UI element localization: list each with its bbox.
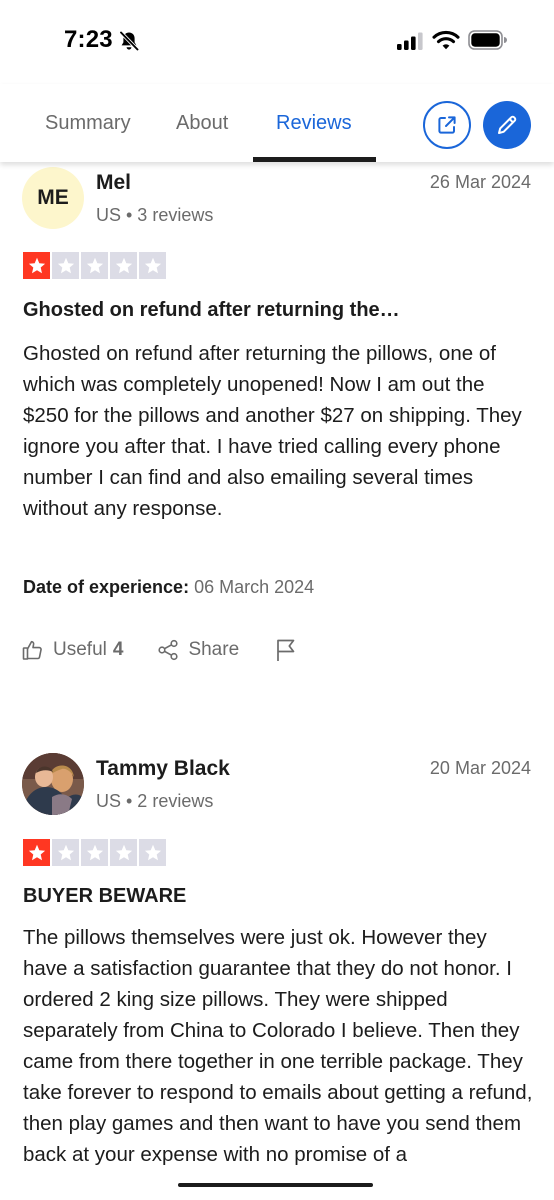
- star-icon-empty: [110, 839, 137, 866]
- status-time: 7:23: [64, 26, 113, 53]
- pencil-icon: [498, 115, 517, 134]
- star-icon-empty: [52, 839, 79, 866]
- wifi-icon: [432, 30, 460, 50]
- star-icon-empty: [81, 252, 108, 279]
- share-review-button[interactable]: Share: [157, 639, 239, 661]
- star-icon-empty: [52, 252, 79, 279]
- reviewer-name[interactable]: Mel: [96, 171, 131, 195]
- report-button[interactable]: [275, 638, 297, 662]
- write-review-button[interactable]: [483, 101, 531, 149]
- review-title[interactable]: BUYER BEWARE: [23, 885, 186, 908]
- external-link-icon: [438, 116, 456, 134]
- experience-label: Date of experience:: [23, 577, 190, 597]
- battery-icon: [468, 30, 507, 50]
- useful-button[interactable]: Useful 4: [22, 639, 123, 661]
- reviewer-meta: US • 2 reviews: [96, 791, 214, 811]
- cellular-signal-icon: [397, 32, 423, 50]
- tab-about[interactable]: About: [176, 112, 228, 135]
- bell-slash-icon: [119, 31, 139, 51]
- review-title[interactable]: Ghosted on refund after returning the…: [23, 299, 400, 322]
- strike-mark: [178, 1183, 373, 1187]
- reviewer-name[interactable]: Tammy Black: [96, 757, 230, 781]
- star-icon-filled: [23, 839, 50, 866]
- share-icon: [158, 639, 179, 661]
- star-icon-empty: [139, 839, 166, 866]
- useful-label: Useful: [53, 639, 107, 660]
- avatar-photo: [22, 753, 84, 815]
- reviewer-meta: US • 3 reviews: [96, 205, 214, 225]
- thumbs-up-icon: [22, 640, 42, 660]
- tab-reviews[interactable]: Reviews: [276, 112, 352, 135]
- review-body: Ghosted on refund after returning the pi…: [23, 342, 522, 520]
- star-rating: [23, 252, 166, 279]
- avatar: ME: [22, 167, 84, 229]
- review-actions: Useful 4 Share: [22, 638, 297, 662]
- flag-icon: [277, 639, 295, 661]
- useful-count: 4: [112, 639, 124, 660]
- star-icon-empty: [139, 252, 166, 279]
- review-date: 26 Mar 2024: [429, 172, 531, 192]
- tab-summary[interactable]: Summary: [45, 112, 131, 135]
- star-icon-filled: [23, 252, 50, 279]
- experience-date: 06 March 2024: [194, 577, 315, 597]
- review-body: The pillows themselves were just ok. How…: [23, 926, 533, 1166]
- review-date: 20 Mar 2024: [429, 758, 531, 778]
- star-rating: [23, 839, 166, 866]
- tab-header: Summary About Reviews: [0, 84, 554, 162]
- share-label: Share: [188, 639, 240, 660]
- share-button[interactable]: [423, 101, 471, 149]
- date-of-experience: Date of experience: 06 March 2024: [23, 577, 314, 598]
- active-tab-indicator: [253, 157, 376, 162]
- status-bar: 7:23: [0, 0, 554, 84]
- star-icon-empty: [110, 252, 137, 279]
- avatar: [22, 753, 84, 815]
- star-icon-empty: [81, 839, 108, 866]
